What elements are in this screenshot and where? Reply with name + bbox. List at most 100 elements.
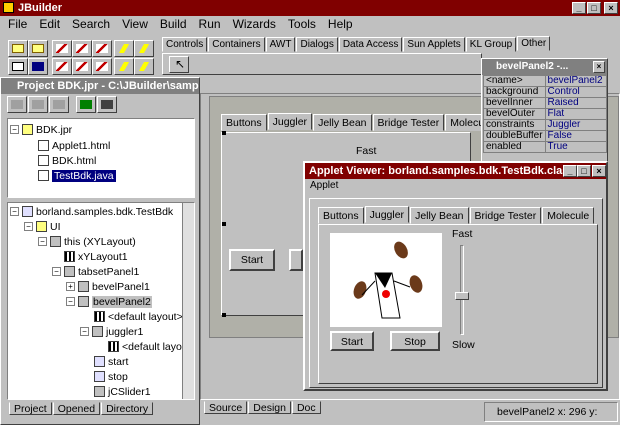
tree-node-default-layout-2[interactable]: <default layou [108,340,188,354]
palette-tab-dialogs[interactable]: Dialogs [296,37,338,52]
palette-tab-sun-applets[interactable]: Sun Applets [403,37,465,52]
designer-tab-bridge-tester[interactable]: Bridge Tester [372,114,445,131]
palette-tab-controls[interactable]: Controls [162,37,208,52]
selection-handle[interactable] [222,313,226,317]
tab-doc[interactable]: Doc [291,401,321,414]
palette-tab-awt[interactable]: AWT [265,37,296,52]
property-value[interactable]: False [544,130,607,142]
debug-button[interactable] [72,58,92,75]
applet-close-button[interactable]: × [592,165,606,177]
cut-button[interactable] [52,58,72,75]
stop-run-button[interactable] [134,58,154,75]
selection-handle[interactable] [222,131,226,135]
tree-scrollbar[interactable] [182,203,194,399]
tree-item-testbdk-java[interactable]: TestBdk.java [38,169,116,183]
applet-start-button[interactable]: Start [330,331,374,351]
menu-run[interactable]: Run [193,17,227,32]
maximize-button[interactable]: □ [587,2,601,14]
property-row[interactable]: enabled True [483,141,607,153]
minimize-button[interactable]: _ [572,2,586,14]
menu-edit[interactable]: Edit [33,17,66,32]
palette-tab-data-access[interactable]: Data Access [338,37,403,52]
speed-slider[interactable] [455,245,469,335]
applet-tab-jelly-bean[interactable]: Jelly Bean [410,207,469,224]
property-row[interactable]: constraints Juggler [483,119,607,131]
menu-build[interactable]: Build [154,17,193,32]
property-row[interactable]: bevelInner Raised [483,97,607,109]
tree-node-juggler1[interactable]: − juggler1 [80,325,143,339]
project-back-button[interactable] [28,96,48,113]
make-button[interactable] [114,40,134,57]
palette-tab-containers[interactable]: Containers [208,37,265,52]
close-button[interactable]: × [604,2,618,14]
applet-tab-buttons[interactable]: Buttons [318,207,364,224]
property-value[interactable]: bevelPanel2 [544,75,607,87]
wand2-button[interactable] [72,40,92,57]
designer-tab-juggler[interactable]: Juggler [267,113,313,130]
tree-node-jcslider1[interactable]: jCSlider1 [94,385,151,399]
tab-source[interactable]: Source [204,401,248,414]
applet-tab-bridge-tester[interactable]: Bridge Tester [469,207,542,224]
inspector-close-button[interactable]: × [593,61,605,73]
tree-item-bdk-html[interactable]: BDK.html [38,154,96,168]
wand3-button[interactable] [92,40,112,57]
property-value[interactable]: Juggler [544,119,607,131]
applet-tab-molecule[interactable]: Molecule [542,207,595,224]
property-row[interactable]: background Control [483,86,607,98]
tab-directory[interactable]: Directory [101,402,154,415]
run-button[interactable] [114,58,134,75]
project-forward-button[interactable] [49,96,69,113]
applet-stop-button[interactable]: Stop [390,331,440,351]
tree-node-xylayout1[interactable]: xYLayout1 [64,250,128,264]
property-value[interactable]: True [544,141,607,153]
menu-tools[interactable]: Tools [282,17,322,32]
tab-project[interactable]: Project [9,402,52,415]
property-value[interactable]: Control [544,86,607,98]
remove-file-button[interactable] [97,96,117,113]
designer-stop-button-partial[interactable] [289,249,303,271]
slider-thumb[interactable] [455,292,469,300]
project-home-button[interactable] [7,96,27,113]
tree-node-default-layout[interactable]: <default layout> [94,310,183,324]
property-value[interactable]: Raised [544,97,607,109]
property-row[interactable]: doubleBuffer False [483,130,607,142]
new-button[interactable] [8,58,28,75]
menu-search[interactable]: Search [66,17,116,32]
tree-node-bevelpanel1[interactable]: + bevelPanel1 [66,280,150,294]
selection-tool-button[interactable]: ↖ [169,56,189,73]
palette-tab-other[interactable]: Other [517,36,551,51]
menu-wizards[interactable]: Wizards [227,17,282,32]
tab-opened[interactable]: Opened [52,402,101,415]
tree-item-bdk-jpr[interactable]: − BDK.jpr [10,123,72,137]
palette-tab-kl-group[interactable]: KL Group [465,37,517,52]
applet-tab-juggler[interactable]: Juggler [364,206,410,223]
open-project-button[interactable] [8,40,28,57]
add-file-button[interactable] [76,96,96,113]
property-row[interactable]: <name> bevelPanel2 [483,75,607,87]
menu-file[interactable]: File [2,17,33,32]
wand-button[interactable] [52,40,72,57]
tree-root[interactable]: − borland.samples.bdk.TestBdk [10,205,173,219]
tree-node-start[interactable]: start [94,355,128,369]
tree-node-bevelpanel2[interactable]: − bevelPanel2 [66,295,152,309]
applet-maximize-button[interactable]: □ [577,165,591,177]
menu-view[interactable]: View [116,17,154,32]
applet-minimize-button[interactable]: _ [563,165,577,177]
property-value[interactable]: Flat [544,108,607,120]
menu-help[interactable]: Help [322,17,359,32]
designer-tab-jelly-bean[interactable]: Jelly Bean [313,114,372,131]
designer-tab-buttons[interactable]: Buttons [221,114,267,131]
applet-menu[interactable]: Applet [310,180,338,191]
build-button[interactable] [134,40,154,57]
save-button[interactable] [28,58,48,75]
designer-start-button[interactable]: Start [229,249,275,271]
tree-node-stop[interactable]: stop [94,370,128,384]
tab-design[interactable]: Design [248,401,291,414]
open-file-button[interactable] [28,40,48,57]
tree-node-ui[interactable]: − UI [24,220,61,234]
selection-handle[interactable] [222,222,226,226]
tree-node-tabsetpanel1[interactable]: − tabsetPanel1 [52,265,139,279]
property-row[interactable]: bevelOuter Flat [483,108,607,120]
step-button[interactable] [92,58,112,75]
tree-item-applet1-html[interactable]: Applet1.html [38,139,110,153]
